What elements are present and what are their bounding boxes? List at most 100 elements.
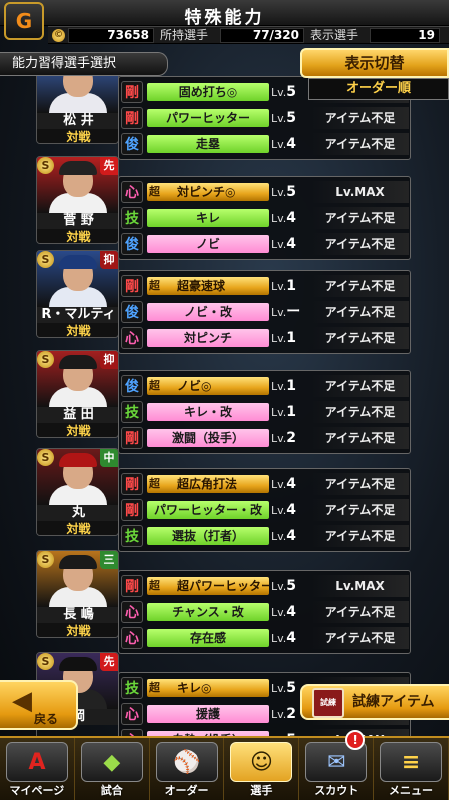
ability-status: Lv.MAX (311, 181, 409, 203)
shown-label: 表示選手 (310, 28, 359, 42)
position-badge: 中 (100, 449, 118, 467)
rank-badge-icon: S (37, 251, 54, 268)
ability-level: Lv.4 (271, 476, 297, 492)
ability-level: Lv.4 (271, 210, 297, 226)
player-name: 益 田 (37, 407, 118, 423)
book-icon: 試練 (312, 688, 344, 718)
player-mode: 対戦 (37, 623, 118, 637)
order-icon: ⚾ (155, 742, 218, 782)
ability-name: 超ノビ◎ (147, 377, 269, 395)
ability-row[interactable]: 心存在感 Lv.4 アイテム不足 (121, 627, 409, 649)
player-name: 長 嶋 (37, 607, 118, 623)
player-mode: 対戦 (37, 129, 118, 143)
ability-row[interactable]: 剛超超パワーヒッター Lv.5 Lv.MAX (121, 575, 409, 597)
ability-status: アイテム不足 (311, 473, 409, 495)
ability-row[interactable]: 技キレ・改 Lv.1 アイテム不足 (121, 401, 409, 423)
ability-panel: 剛超超豪速球 Lv.1 アイテム不足俊ノビ・改 Lv.ー アイテム不足心対ピンチ Lv.1… (118, 270, 411, 354)
status-bar: © 73658 所持選手 77/320 表示選手 19 (48, 26, 449, 44)
nav-menu[interactable]: ≡ メニュー (374, 738, 449, 800)
player-name: 松 井 (37, 113, 118, 129)
ability-name: 選抜（打者） (147, 527, 269, 545)
team-logo-icon[interactable]: G (4, 2, 44, 40)
ability-row[interactable]: 心チャンス・改 Lv.4 アイテム不足 (121, 601, 409, 623)
ability-row[interactable]: 俊ノビ・改 Lv.ー アイテム不足 (121, 301, 409, 323)
page-title: 特殊能力 (184, 8, 265, 28)
ability-status: アイテム不足 (311, 375, 409, 397)
position-badge: 抑 (100, 251, 118, 269)
ability-status: アイテム不足 (311, 525, 409, 547)
ability-name: 超対ピンチ◎ (147, 183, 269, 201)
ability-level: Lv.1 (271, 404, 297, 420)
ability-row[interactable]: 剛激闘（投手） Lv.2 アイテム不足 (121, 427, 409, 449)
trial-item-button[interactable]: 試練 試練アイテム (300, 684, 449, 720)
ability-name: 存在感 (147, 629, 269, 647)
nav-game[interactable]: ◆ 試合 (75, 738, 150, 800)
ability-row[interactable]: 剛超超豪速球 Lv.1 アイテム不足 (121, 275, 409, 297)
ability-row[interactable]: 心対ピンチ Lv.1 アイテム不足 (121, 327, 409, 349)
ability-status: アイテム不足 (311, 233, 409, 255)
ability-name: キレ (147, 209, 269, 227)
ability-level: Lv.4 (271, 502, 297, 518)
ability-name: チャンス・改 (147, 603, 269, 621)
ability-row[interactable]: 剛パワーヒッター・改 Lv.4 アイテム不足 (121, 499, 409, 521)
nav-mypage[interactable]: A マイページ (0, 738, 75, 800)
nav-players[interactable]: ☺ 選手 (224, 738, 300, 800)
ability-row[interactable]: 剛超超広角打法 Lv.4 アイテム不足 (121, 473, 409, 495)
super-tag: 超 (149, 579, 160, 592)
shown-count: 19 (370, 28, 440, 43)
ability-row[interactable]: 俊走塁 Lv.4 アイテム不足 (121, 133, 409, 155)
notification-badge: ! (345, 730, 366, 750)
player-card[interactable]: S 抑益 田対戦 (36, 350, 119, 438)
player-card[interactable]: S 抑 R・マルティネス対戦 (36, 250, 119, 338)
ability-panel: 剛超超広角打法 Lv.4 アイテム不足剛パワーヒッター・改 Lv.4 アイテム不足技選抜… (118, 468, 411, 552)
ability-name: 走塁 (147, 135, 269, 153)
ability-row[interactable]: 技選抜（打者） Lv.4 アイテム不足 (121, 525, 409, 547)
ability-status: アイテム不足 (311, 499, 409, 521)
rank-badge-icon: S (37, 449, 54, 466)
top-bar: 特殊能力 (0, 0, 449, 28)
ability-category: 剛 (121, 107, 143, 129)
ability-row[interactable]: 俊超ノビ◎ Lv.1 アイテム不足 (121, 375, 409, 397)
ability-row[interactable]: 心超対ピンチ◎ Lv.5 Lv.MAX (121, 181, 409, 203)
ability-level: Lv.4 (271, 528, 297, 544)
back-button[interactable]: ◀ 戻る (0, 680, 78, 730)
ability-row[interactable]: 技キレ Lv.4 アイテム不足 (121, 207, 409, 229)
ability-name: 援護 (147, 705, 269, 723)
rank-badge-icon: S (37, 551, 54, 568)
coin-count: 73658 (68, 28, 154, 43)
ability-name: 対ピンチ (147, 329, 269, 347)
player-card[interactable]: S 中丸対戦 (36, 448, 119, 536)
ability-name: 超キレ◎ (147, 679, 269, 697)
ability-name: 固め打ち◎ (147, 83, 269, 101)
ability-category: 剛 (121, 81, 143, 103)
player-name: 菅 野 (37, 213, 118, 229)
super-tag: 超 (149, 185, 160, 198)
ability-category: 技 (121, 677, 143, 699)
ability-level: Lv.5 (271, 110, 297, 126)
ability-category: 俊 (121, 233, 143, 255)
ability-category: 俊 (121, 375, 143, 397)
ability-level: Lv.1 (271, 330, 297, 346)
ability-category: 心 (121, 327, 143, 349)
section-label: 能力習得選手選択 (0, 52, 168, 76)
ability-row[interactable]: 俊ノビ Lv.4 アイテム不足 (121, 233, 409, 255)
ability-status: アイテム不足 (311, 133, 409, 155)
nav-scout[interactable]: ✉ ! スカウト (299, 730, 375, 800)
ability-category: 剛 (121, 499, 143, 521)
nav-order[interactable]: ⚾ オーダー (150, 738, 225, 800)
ability-panel: 俊超ノビ◎ Lv.1 アイテム不足技キレ・改 Lv.1 アイテム不足剛激闘（投手） Lv.… (118, 370, 411, 454)
ability-category: 心 (121, 627, 143, 649)
display-toggle-button[interactable]: 表示切替 (300, 48, 449, 78)
position-badge: 抑 (100, 351, 118, 369)
order-mode[interactable]: オーダー順 (308, 78, 449, 100)
ability-row[interactable]: 剛パワーヒッター Lv.5 アイテム不足 (121, 107, 409, 129)
ability-level: Lv.4 (271, 630, 297, 646)
super-tag: 超 (149, 279, 160, 292)
ability-status: アイテム不足 (311, 427, 409, 449)
ability-name: パワーヒッター (147, 109, 269, 127)
player-card[interactable]: S 先菅 野対戦 (36, 156, 119, 244)
player-mode: 対戦 (37, 423, 118, 437)
player-card[interactable]: S 三長 嶋対戦 (36, 550, 119, 638)
super-tag: 超 (149, 477, 160, 490)
ability-category: 剛 (121, 473, 143, 495)
